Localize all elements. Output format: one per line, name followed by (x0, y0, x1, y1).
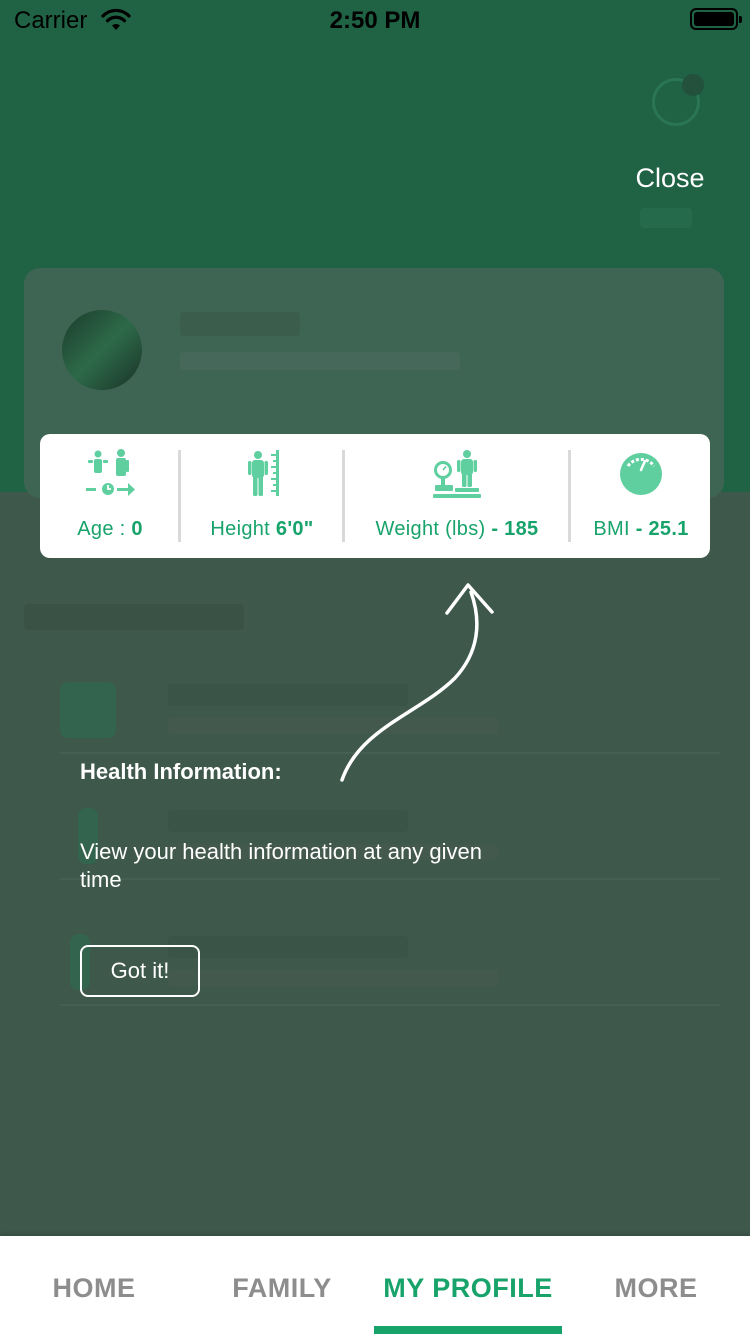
avatar (62, 310, 142, 390)
active-tab-indicator (374, 1326, 562, 1334)
battery-icon (690, 8, 742, 30)
tab-bar: HOME FAMILY MY PROFILE MORE (0, 1236, 750, 1334)
tab-more[interactable]: MORE (562, 1236, 750, 1334)
tab-family[interactable]: FAMILY (188, 1236, 376, 1334)
bmi-label: BMI - 25.1 (572, 518, 710, 541)
tab-home[interactable]: HOME (0, 1236, 188, 1334)
age-label-text: Age : (77, 518, 132, 540)
bmi-label-text: BMI (593, 518, 636, 540)
age-stat: Age : 0 (40, 434, 180, 558)
weight-stat: Weight (lbs) - 185 (346, 434, 568, 558)
list-item-title (168, 810, 408, 832)
height-value: 6'0" (275, 518, 314, 540)
list-item-title (168, 936, 408, 958)
height-label-text: Height (210, 518, 276, 540)
age-family-icon (86, 449, 135, 496)
divider (178, 450, 181, 542)
weight-value: - 185 (491, 518, 539, 540)
profile-email-placeholder (180, 352, 460, 370)
tab-my-profile[interactable]: MY PROFILE (374, 1236, 562, 1334)
notification-badge (682, 74, 704, 96)
height-stat: Height 6'0" (182, 434, 342, 558)
age-value: 0 (131, 518, 143, 540)
divider (342, 450, 345, 542)
status-bar: Carrier 2:50 PM (0, 0, 750, 40)
edit-profile-button (640, 208, 692, 228)
profile-name-placeholder (180, 312, 300, 336)
bmi-gauge-icon (620, 453, 662, 495)
list-item-subtitle (168, 970, 498, 986)
height-ruler-icon (248, 450, 279, 496)
weight-label-text: Weight (lbs) (375, 518, 492, 540)
age-label: Age : 0 (40, 518, 180, 541)
pointer-arrow-icon (340, 583, 494, 782)
tooltip-body: View your health information at any give… (80, 839, 482, 892)
health-stats-card: Age : 0 Height 6'0" Weight (lbs) - 185 B… (40, 434, 710, 558)
bmi-stat: BMI - 25.1 (572, 434, 710, 558)
tooltip-title: Health Information: (80, 759, 282, 784)
got-it-button[interactable]: Got it! (80, 945, 200, 997)
personal-details-heading (24, 604, 244, 630)
weight-label: Weight (lbs) - 185 (346, 518, 568, 541)
height-label: Height 6'0" (182, 518, 342, 541)
bmi-value: - 25.1 (635, 518, 689, 540)
weight-scale-icon (433, 450, 481, 498)
status-time: 2:50 PM (329, 7, 421, 34)
close-button[interactable]: Close (620, 158, 720, 198)
family-history-icon (60, 682, 116, 738)
divider (568, 450, 571, 542)
